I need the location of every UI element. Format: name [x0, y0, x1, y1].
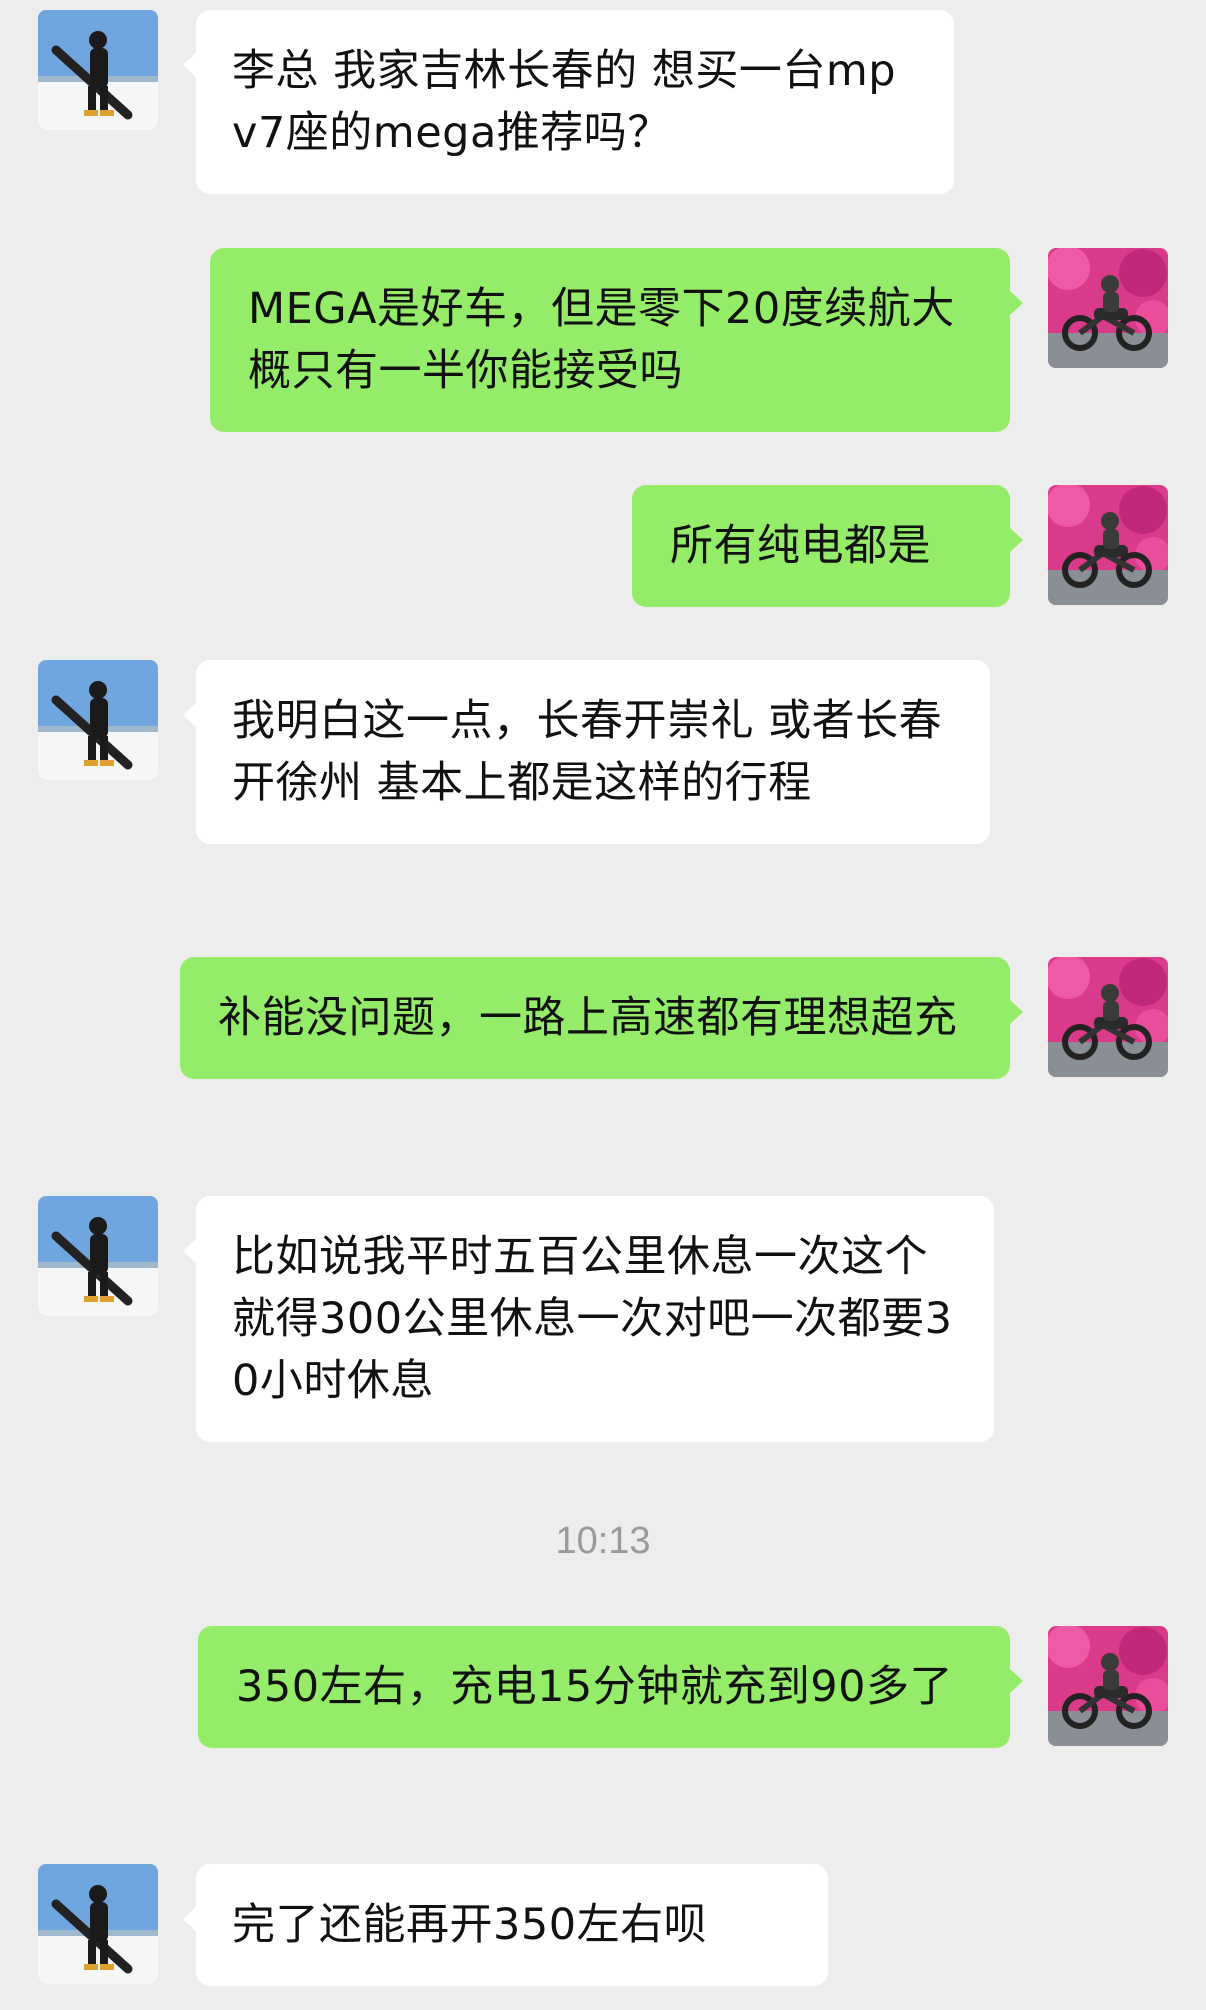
- contact-avatar[interactable]: [38, 1864, 158, 1984]
- snowboarder-avatar-icon: [38, 1864, 158, 1984]
- message-bubble[interactable]: MEGA是好车，但是零下20度续航大概只有一半你能接受吗: [210, 248, 1023, 432]
- message-bubble[interactable]: 补能没问题，一路上高速都有理想超充: [180, 957, 1023, 1079]
- message-bubble[interactable]: 比如说我平时五百公里休息一次这个就得300公里休息一次对吧一次都要30小时休息: [183, 1196, 994, 1442]
- self-avatar[interactable]: [1048, 957, 1168, 1077]
- motorcycle-rider-avatar-icon: [1048, 248, 1168, 368]
- motorcycle-rider-avatar-icon: [1048, 485, 1168, 605]
- self-avatar[interactable]: [1048, 1626, 1168, 1746]
- message-bubble[interactable]: 我明白这一点，长春开崇礼 或者长春开徐州 基本上都是这样的行程: [183, 660, 990, 844]
- contact-avatar[interactable]: [38, 660, 158, 780]
- message-bubble[interactable]: 350左右，充电15分钟就充到90多了: [198, 1626, 1023, 1748]
- self-avatar[interactable]: [1048, 248, 1168, 368]
- message-bubble[interactable]: 所有纯电都是: [632, 485, 1023, 607]
- contact-avatar[interactable]: [38, 10, 158, 130]
- snowboarder-avatar-icon: [38, 1196, 158, 1316]
- message-bubble[interactable]: 完了还能再开350左右呗: [183, 1864, 828, 1986]
- motorcycle-rider-avatar-icon: [1048, 957, 1168, 1077]
- contact-avatar[interactable]: [38, 1196, 158, 1316]
- chat-timestamp: 10:13: [555, 1520, 651, 1562]
- message-bubble[interactable]: 李总 我家吉林长春的 想买一台mpv7座的mega推荐吗？: [183, 10, 954, 194]
- snowboarder-avatar-icon: [38, 660, 158, 780]
- self-avatar[interactable]: [1048, 485, 1168, 605]
- snowboarder-avatar-icon: [38, 10, 158, 130]
- motorcycle-rider-avatar-icon: [1048, 1626, 1168, 1746]
